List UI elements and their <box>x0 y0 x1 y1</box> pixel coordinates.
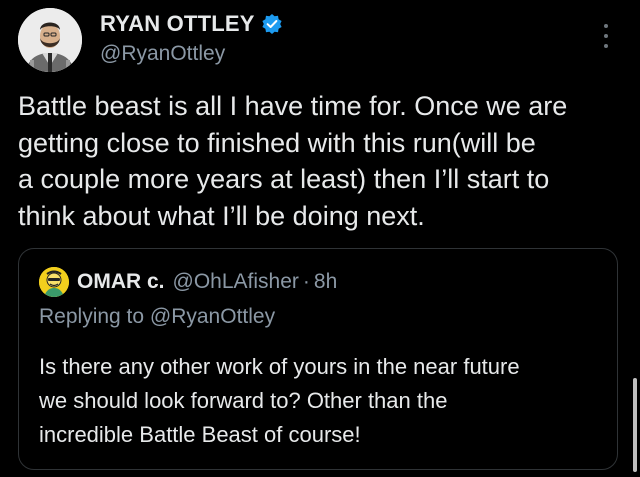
quoted-tweet-timestamp[interactable]: 8h <box>314 270 337 294</box>
user-avatar-icon <box>39 267 69 297</box>
dot-separator: · <box>302 270 310 293</box>
tweet-text-line: Battle beast is all I have time for. Onc… <box>18 91 568 121</box>
quoted-author-avatar[interactable] <box>39 267 69 297</box>
quoted-tweet-text: Is there any other work of yours in the … <box>39 350 609 452</box>
quoted-tweet-text-line: we should look forward to? Other than th… <box>39 388 448 413</box>
author-avatar[interactable] <box>18 8 82 72</box>
tweet-text-line: a couple more years at least) then I’ll … <box>18 164 550 194</box>
tweet-text-line: think about what I’ll be doing next. <box>18 200 425 231</box>
quoted-tweet-card[interactable]: OMAR c. @OhLAfisher · 8h Replying to @Ry… <box>18 248 618 470</box>
more-options-icon[interactable] <box>596 24 616 48</box>
quoted-author-handle[interactable]: @OhLAfisher <box>173 270 299 294</box>
tweet: RYAN OTTLEY @RyanOttley Battle beast is … <box>0 0 640 477</box>
verified-badge-icon <box>261 13 283 35</box>
author-name-row: RYAN OTTLEY <box>100 10 283 38</box>
quoted-author-display-name[interactable]: OMAR c. <box>77 270 165 294</box>
quoted-tweet-text-line: Is there any other work of yours in the … <box>39 354 520 379</box>
author-display-name[interactable]: RYAN OTTLEY <box>100 11 255 37</box>
tweet-text: Battle beast is all I have time for. Onc… <box>18 88 626 234</box>
quoted-tweet-text-line: incredible Battle Beast of course! <box>39 422 361 447</box>
scrollbar[interactable] <box>633 378 637 472</box>
user-avatar-icon <box>18 8 82 72</box>
quoted-tweet-header: OMAR c. @OhLAfisher · 8h <box>77 267 337 297</box>
author-handle[interactable]: @RyanOttley <box>100 42 225 66</box>
tweet-text-line: getting close to finished with this run(… <box>18 127 536 158</box>
replying-to-label: Replying to @RyanOttley <box>39 305 276 328</box>
